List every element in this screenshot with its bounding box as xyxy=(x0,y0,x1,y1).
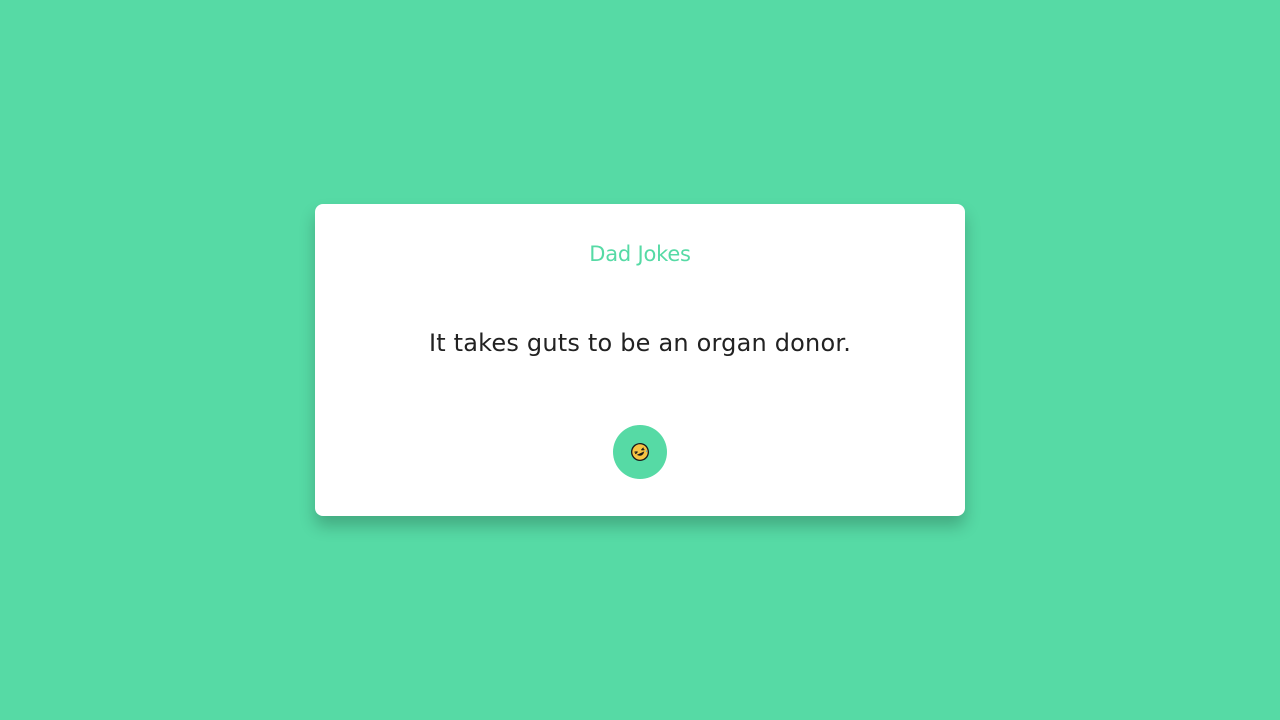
rolling-on-floor-laughing-icon xyxy=(630,442,650,462)
new-joke-button[interactable] xyxy=(613,425,667,479)
joke-card: Dad Jokes It takes guts to be an organ d… xyxy=(315,204,965,516)
app-title: Dad Jokes xyxy=(589,242,691,266)
joke-text: It takes guts to be an organ donor. xyxy=(428,329,852,357)
page: { "app": { "title": "Dad Jokes", "joke":… xyxy=(0,0,1280,720)
